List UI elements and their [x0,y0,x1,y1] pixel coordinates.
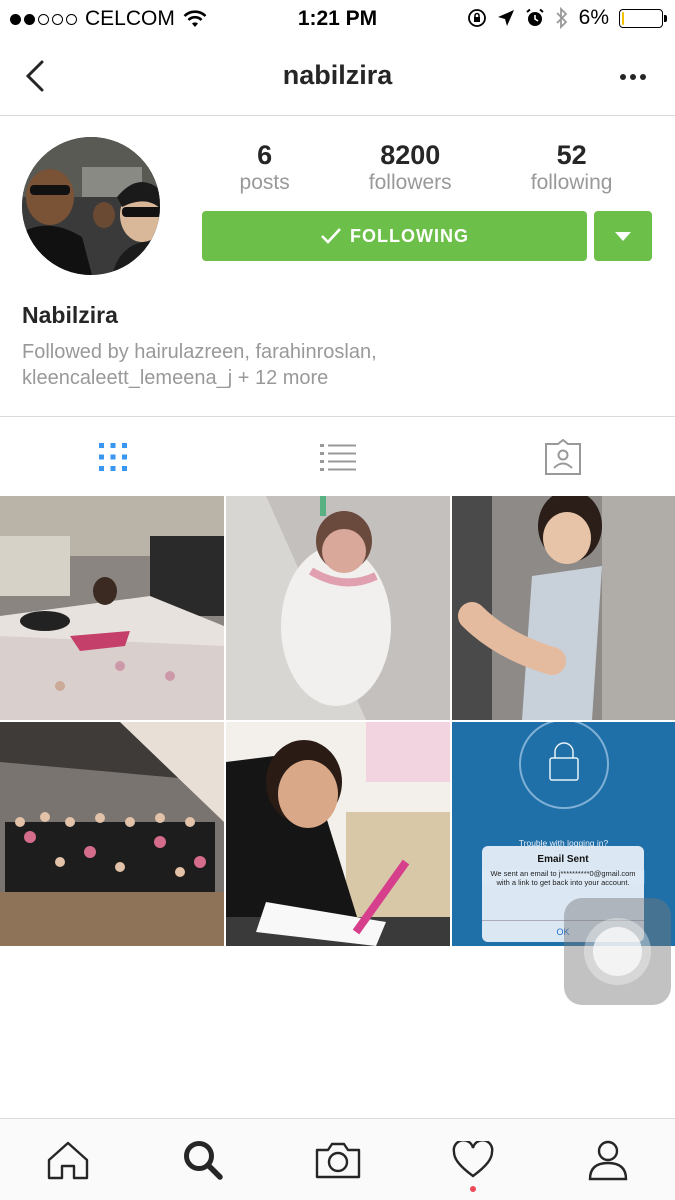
posts-count: 6 [257,140,273,170]
posts-stat[interactable]: 6 posts [240,140,290,196]
chevron-left-icon [25,60,44,92]
back-button[interactable] [18,56,58,96]
following-count: 52 [556,140,587,170]
photo-grid: Trouble with logging in? Email Sent We s… [0,496,675,946]
more-options-button[interactable] [613,60,653,94]
bluetooth-icon [556,7,567,29]
grid-post[interactable] [0,496,224,720]
checkmark-icon [321,228,341,244]
assistive-touch-button[interactable] [564,898,671,1005]
location-arrow-icon [497,10,514,26]
grid-post[interactable] [452,496,675,720]
home-icon [47,1141,88,1179]
heart-icon [452,1140,493,1177]
followers-count: 8200 [380,140,441,170]
followed-by-line-2: kleencaleett_lemeena_j + 12 more [22,367,329,389]
bottom-tab-bar [0,1118,675,1200]
profile-view-tabs [0,416,675,496]
profile-stats: 6 posts 8200 followers 52 following [200,140,652,196]
notification-dot [469,1186,476,1192]
tab-grid-view[interactable] [0,417,225,496]
list-icon [319,443,356,471]
following-button-label: FOLLOWING [350,225,469,246]
tab-activity[interactable] [405,1119,540,1200]
alert-title: Email Sent [537,854,589,865]
grid-post[interactable] [226,496,450,720]
followers-stat[interactable]: 8200 followers [369,140,452,196]
tab-home[interactable] [0,1119,135,1200]
grid-post[interactable] [0,722,224,946]
battery-percent: 6% [578,6,609,29]
followed-by-text[interactable]: Followed by hairulazreen, farahinroslan,… [22,339,652,391]
tab-profile[interactable] [540,1119,675,1200]
followed-by-line-1: Followed by hairulazreen, farahinroslan, [22,341,377,363]
navigation-bar: nabilzira [0,38,675,116]
avatar[interactable] [22,137,160,275]
alarm-icon [526,8,544,26]
following-stat[interactable]: 52 following [531,140,613,196]
tab-tagged-photos[interactable] [450,417,675,496]
camera-icon [315,1142,360,1178]
grid-icon [98,442,127,471]
profile-full-name: Nabilzira [22,302,118,328]
tab-list-view[interactable] [225,417,450,496]
battery-icon [619,8,667,28]
following-label: following [530,171,613,194]
alert-body: We sent an email to j**********0@gmail.c… [490,869,636,887]
search-icon [183,1140,223,1180]
followers-label: followers [368,171,452,194]
grid-post[interactable] [226,722,450,946]
posts-label: posts [239,171,290,194]
suggestions-dropdown-button[interactable] [594,211,652,261]
tab-camera[interactable] [270,1119,405,1200]
tagged-icon [544,438,581,475]
rotation-lock-icon [467,9,486,27]
following-button[interactable]: FOLLOWING [202,211,587,261]
profile-username-title: nabilzira [282,60,393,90]
tab-search[interactable] [135,1119,270,1200]
status-bar: CELCOM 1:21 PM 6% [0,0,675,38]
caret-down-icon [615,231,631,241]
profile-icon [588,1140,627,1180]
